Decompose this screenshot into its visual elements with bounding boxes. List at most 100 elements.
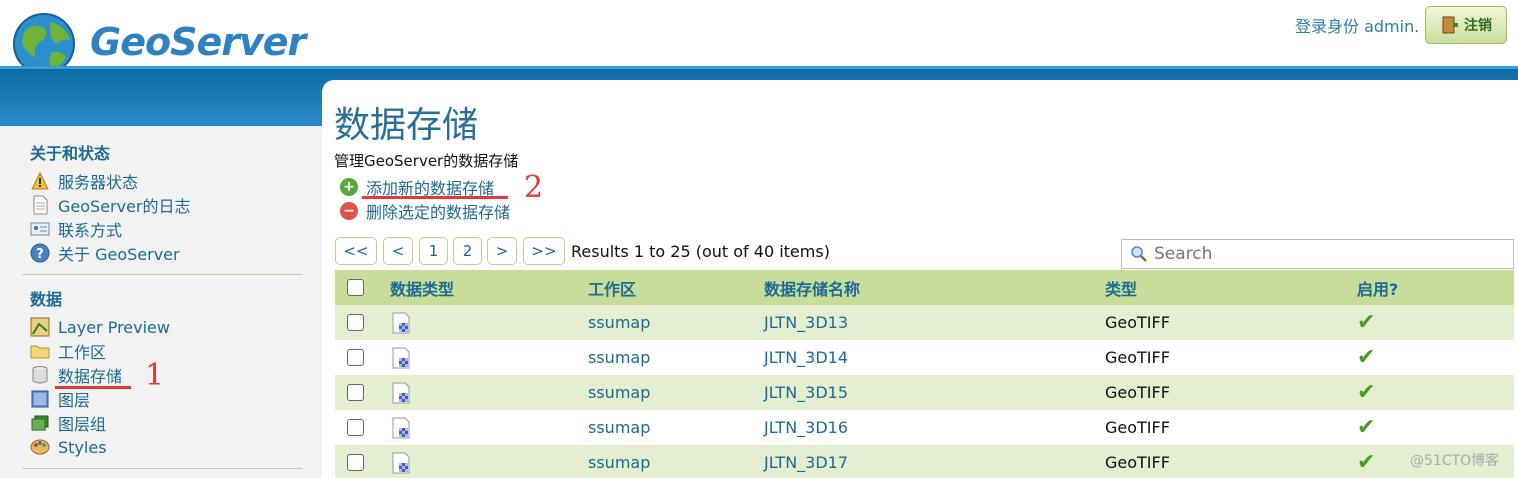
store-type: GeoTIFF (1105, 418, 1170, 437)
select-all-checkbox[interactable] (347, 279, 364, 296)
store-name-link[interactable]: JLTN_3D17 (764, 445, 848, 478)
sidebar-item-server-status[interactable]: 服务器状态 (30, 170, 138, 192)
sidebar-item-workspaces[interactable]: 工作区 (30, 340, 106, 362)
table-row: ssumap JLTN_3D15 GeoTIFF ✔ (335, 375, 1514, 410)
raster-store-icon[interactable] (390, 312, 412, 334)
column-header-type[interactable]: 类型 (1105, 270, 1137, 305)
annotation-marker-1: 1 (145, 358, 165, 393)
table-row: ssumap JLTN_3D14 GeoTIFF ✔ (335, 340, 1514, 375)
raster-store-icon[interactable] (390, 452, 412, 474)
workspace-link[interactable]: ssumap (588, 305, 650, 340)
sidebar-item-about[interactable]: ? 关于 GeoServer (30, 242, 180, 264)
store-name-link[interactable]: JLTN_3D16 (764, 410, 848, 445)
pager-results-text: Results 1 to 25 (out of 40 items) (571, 242, 830, 261)
sidebar: 关于和状态 服务器状态 GeoServer的日志 联系方式 ? 关于 GeoSe… (0, 126, 322, 478)
palette-icon (30, 439, 50, 455)
store-type: GeoTIFF (1105, 348, 1170, 367)
column-header-data-type[interactable]: 数据类型 (390, 270, 454, 305)
raster-store-icon[interactable] (390, 417, 412, 439)
table-row: ssumap JLTN_3D17 GeoTIFF ✔ (335, 445, 1514, 478)
enabled-check-icon: ✔ (1357, 415, 1376, 440)
pager-last-button[interactable]: >> (523, 237, 565, 265)
raster-store-icon[interactable] (390, 347, 412, 369)
sidebar-item-label: 服务器状态 (58, 173, 139, 192)
add-icon: + (340, 178, 358, 196)
sidebar-divider (22, 274, 302, 275)
enabled-check-icon: ✔ (1357, 345, 1376, 370)
sidebar-item-label: 图层 (58, 391, 91, 410)
enabled-check-icon: ✔ (1357, 450, 1376, 475)
workspace-link[interactable]: ssumap (588, 445, 650, 478)
row-checkbox[interactable] (347, 454, 364, 471)
pager-page-1-button[interactable]: 1 (419, 237, 448, 265)
pager-first-button[interactable]: << (335, 237, 377, 265)
page-description: 管理GeoServer的数据存储 (334, 152, 519, 170)
geoserver-logo-text[interactable]: GeoServer (90, 20, 306, 64)
row-checkbox[interactable] (347, 349, 364, 366)
table-row: ssumap JLTN_3D16 GeoTIFF ✔ (335, 410, 1514, 445)
document-icon (33, 195, 48, 215)
sidebar-item-stores[interactable]: 数据存储 (30, 364, 122, 386)
workspace-link[interactable]: ssumap (588, 410, 650, 445)
store-name-link[interactable]: JLTN_3D14 (764, 340, 848, 375)
sidebar-item-label: Styles (58, 437, 107, 457)
annotation-underline-1 (55, 386, 131, 389)
store-name-link[interactable]: JLTN_3D13 (764, 305, 848, 340)
enabled-check-icon: ✔ (1357, 380, 1376, 405)
workspace-link[interactable]: ssumap (588, 375, 650, 410)
sidebar-item-layer-preview[interactable]: Layer Preview (30, 316, 170, 338)
remove-store-label: 删除选定的数据存储 (366, 203, 511, 222)
pager-next-button[interactable]: > (487, 237, 517, 265)
sidebar-item-label: 图层组 (58, 415, 107, 434)
column-header-enabled[interactable]: 启用? (1357, 270, 1398, 305)
table-row: ssumap JLTN_3D13 GeoTIFF ✔ (335, 305, 1514, 340)
column-header-store-name[interactable]: 数据存储名称 (764, 270, 860, 305)
main-content: 数据存储 管理GeoServer的数据存储 + 添加新的数据存储 − 删除选定的… (322, 80, 1518, 478)
store-name-link[interactable]: JLTN_3D15 (764, 375, 848, 410)
store-type: GeoTIFF (1105, 453, 1170, 472)
sidebar-item-label: 工作区 (58, 343, 107, 362)
remove-icon: − (340, 202, 358, 220)
sidebar-item-label: 联系方式 (58, 221, 123, 240)
map-preview-icon (30, 317, 50, 337)
watermark: @51CTO博客 (1410, 453, 1500, 469)
header: GeoServer 登录身份 admin. 注销 (0, 0, 1518, 75)
workspace-link[interactable]: ssumap (588, 340, 650, 375)
pager-page-2-button[interactable]: 2 (453, 237, 482, 265)
contact-card-icon (30, 222, 50, 236)
search-icon (1131, 246, 1147, 262)
help-icon: ? (30, 243, 50, 263)
column-header-workspace[interactable]: 工作区 (588, 270, 636, 305)
raster-store-icon[interactable] (390, 382, 412, 404)
search-box[interactable] (1121, 239, 1514, 269)
sidebar-item-label: Layer Preview (58, 317, 170, 337)
row-checkbox[interactable] (347, 419, 364, 436)
logout-door-icon (1442, 16, 1458, 34)
sidebar-section-about: 关于和状态 (30, 144, 111, 163)
remove-store-link[interactable]: − 删除选定的数据存储 (340, 200, 510, 222)
sidebar-item-layer-groups[interactable]: 图层组 (30, 412, 106, 434)
sidebar-item-label: GeoServer的日志 (58, 197, 191, 216)
sidebar-item-label: 数据存储 (58, 367, 123, 386)
layer-icon (31, 390, 49, 408)
sidebar-item-logs[interactable]: GeoServer的日志 (30, 194, 191, 216)
search-input[interactable] (1154, 244, 1504, 264)
svg-text:?: ? (36, 247, 44, 262)
store-type: GeoTIFF (1105, 313, 1170, 332)
sidebar-divider (22, 468, 302, 469)
table-header-row: 数据类型 工作区 数据存储名称 类型 启用? (335, 270, 1514, 305)
logout-label: 注销 (1464, 18, 1492, 34)
annotation-marker-2: 2 (524, 170, 544, 205)
sidebar-item-contact[interactable]: 联系方式 (30, 218, 122, 240)
folder-icon (30, 345, 50, 359)
sidebar-item-styles[interactable]: Styles (30, 436, 107, 458)
annotation-underline-2 (362, 196, 508, 199)
server-status-icon (31, 171, 49, 190)
database-icon (32, 366, 48, 384)
row-checkbox[interactable] (347, 384, 364, 401)
logout-button[interactable]: 注销 (1425, 6, 1507, 44)
row-checkbox[interactable] (347, 314, 364, 331)
add-store-link[interactable]: + 添加新的数据存储 (340, 176, 494, 198)
sidebar-item-layers[interactable]: 图层 (30, 388, 90, 410)
pager-prev-button[interactable]: < (383, 237, 413, 265)
